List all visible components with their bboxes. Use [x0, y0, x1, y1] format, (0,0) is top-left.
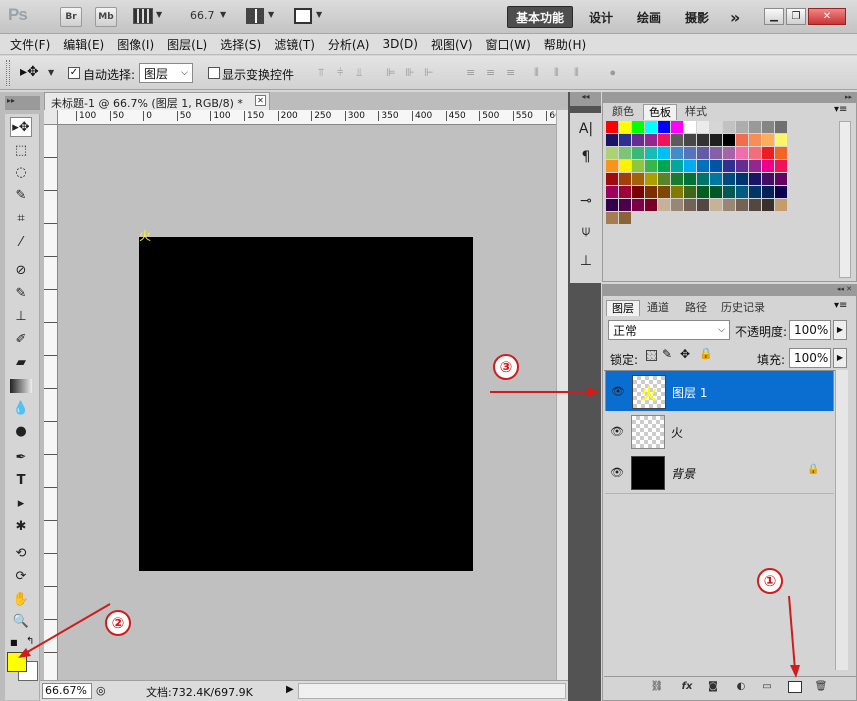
callout-arrow-1: [788, 595, 796, 671]
callout-arrowhead-2: [18, 648, 31, 658]
callout-2: ②: [105, 610, 131, 636]
annotation-overlay: [18, 387, 800, 678]
callout-arrowhead-1: [790, 665, 800, 678]
callout-3: ③: [493, 354, 519, 380]
callout-arrowhead-3: [588, 387, 600, 397]
callout-arrow-2: [23, 603, 111, 655]
callout-1: ①: [757, 568, 783, 594]
